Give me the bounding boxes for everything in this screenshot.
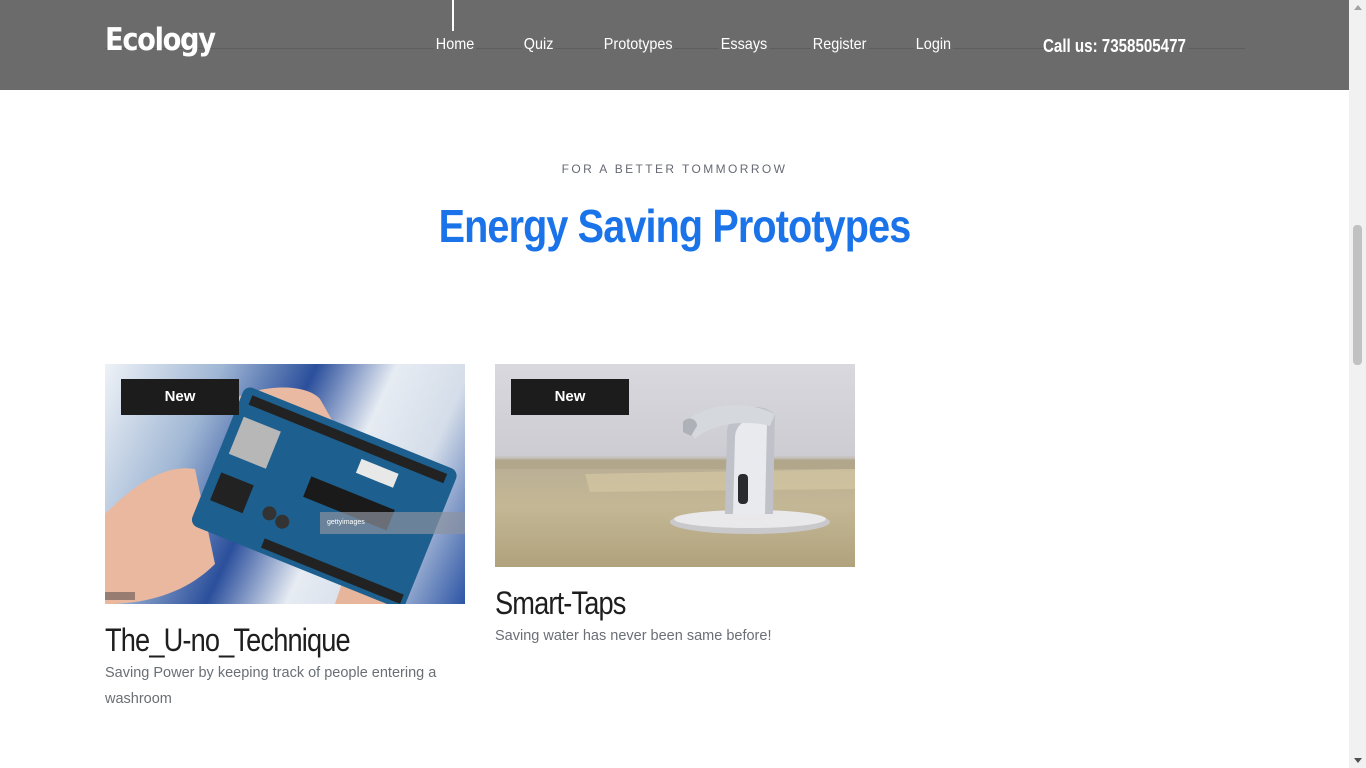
prototype-card[interactable]: New Smart-Taps Saving water has never be…: [495, 364, 855, 644]
card-title[interactable]: Smart-Taps: [495, 585, 626, 622]
page-scrollbar[interactable]: [1349, 0, 1366, 768]
card-description: Saving Power by keeping track of people …: [105, 665, 437, 707]
section-title: Energy Saving Prototypes: [438, 200, 912, 252]
site-header: Ecology Home Quiz Prototypes Essays Regi…: [0, 0, 1349, 90]
nav-register[interactable]: Register: [811, 36, 869, 54]
phone-number: Call us: 7358505477: [1043, 36, 1189, 57]
nav-essays[interactable]: Essays: [719, 36, 770, 54]
nav-prototypes[interactable]: Prototypes: [602, 36, 675, 54]
site-logo[interactable]: Ecology: [105, 22, 216, 58]
new-badge: New: [511, 379, 629, 415]
scroll-down-icon[interactable]: [1354, 758, 1362, 763]
nav-quiz[interactable]: Quiz: [522, 36, 556, 54]
nav-home[interactable]: Home: [434, 36, 477, 54]
scroll-up-icon[interactable]: [1354, 5, 1362, 10]
new-badge: New: [121, 379, 239, 415]
card-image[interactable]: New: [495, 364, 855, 567]
card-image[interactable]: gettyimages New: [105, 364, 465, 604]
svg-text:gettyimages: gettyimages: [327, 519, 365, 526]
card-description: Saving water has never been same before!: [495, 628, 772, 644]
card-title[interactable]: The_U-no_Technique: [105, 622, 351, 659]
nav-login[interactable]: Login: [914, 36, 953, 54]
scrollbar-thumb[interactable]: [1353, 225, 1362, 365]
active-nav-indicator: [452, 0, 454, 31]
prototype-card[interactable]: gettyimages New The_U-no_Technique Savin…: [105, 364, 465, 707]
section-eyebrow: FOR A BETTER TOMMORROW: [561, 162, 788, 176]
